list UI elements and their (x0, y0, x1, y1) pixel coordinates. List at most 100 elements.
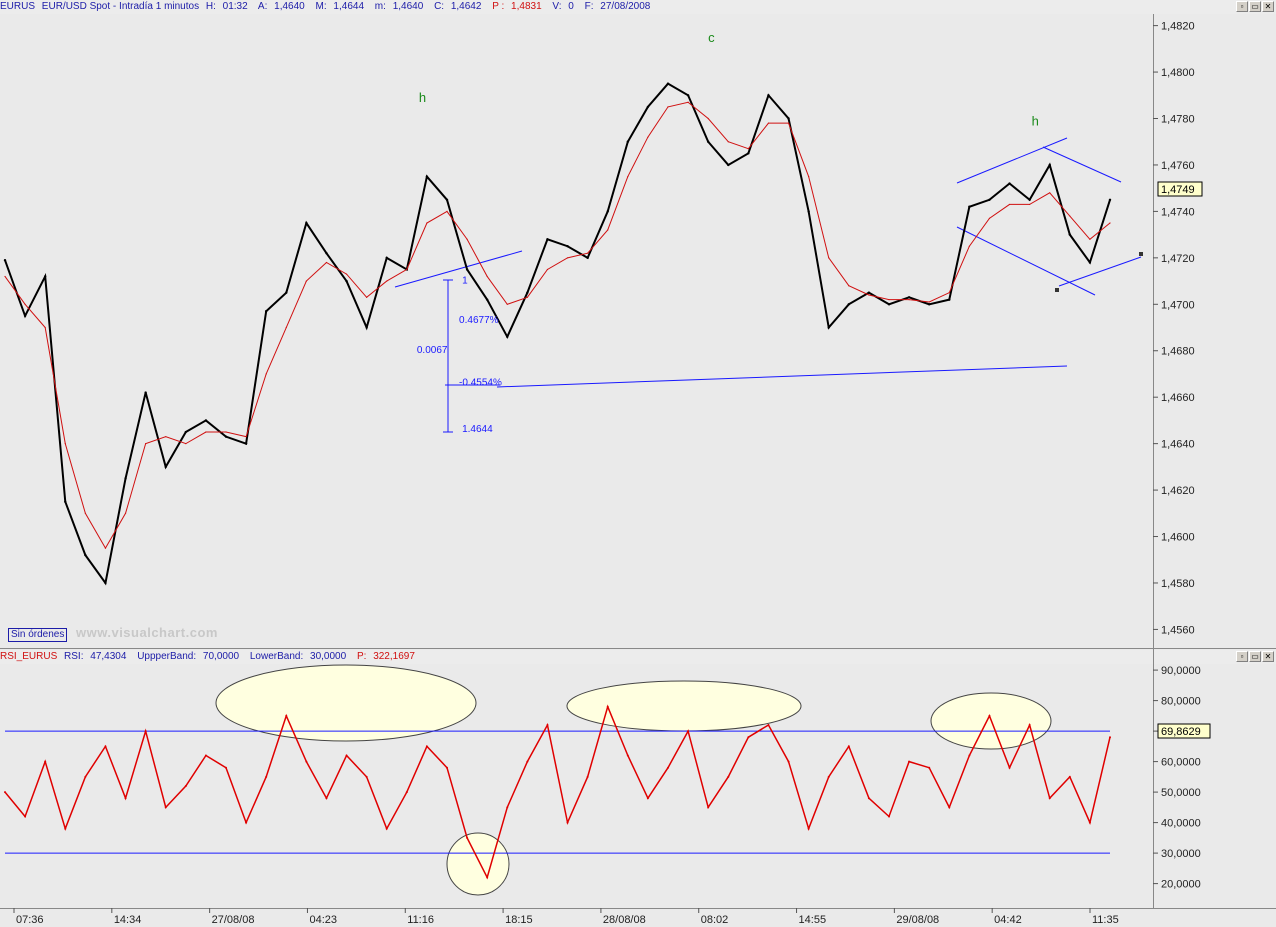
price-point (767, 94, 770, 97)
price-point (506, 335, 509, 339)
ma-point (526, 296, 528, 298)
price-point (807, 210, 810, 213)
price-point (84, 553, 87, 557)
ma-point (647, 136, 649, 138)
price-point (43, 275, 47, 278)
ma-point (386, 280, 388, 282)
ma-point (747, 148, 749, 150)
rsi-point (867, 797, 870, 800)
ma-point (44, 326, 46, 329)
ma-point (828, 257, 830, 259)
price-point (1068, 233, 1072, 236)
ma-point (145, 443, 147, 445)
price-point (1088, 261, 1092, 264)
chart-annotation: 0.4677% (459, 315, 499, 326)
rsi-point (827, 775, 830, 778)
price-point (365, 326, 368, 329)
ma-point (506, 303, 508, 305)
rsi-point (84, 775, 87, 778)
price-point (827, 326, 830, 329)
x-tick-label: 27/08/08 (212, 914, 255, 926)
price-point (385, 256, 388, 260)
chart-annotation: 1 (462, 275, 468, 286)
rsi-point (144, 730, 147, 733)
rsi-point (184, 785, 187, 787)
rsi-point (606, 705, 609, 708)
price-point (445, 198, 449, 201)
chart-annotation: h (1032, 113, 1039, 128)
price-tick-label: 1,4700 (1161, 299, 1195, 311)
price-point (988, 198, 991, 201)
chart-canvas[interactable]: 1,4820 1,4800 1,4780 1,4760 1,4740 1,4720 1,47… (0, 0, 1276, 927)
price-point (224, 435, 228, 438)
ma-point (808, 175, 810, 178)
ma-point (928, 301, 930, 303)
ma-point (185, 443, 187, 445)
rsi-point (807, 827, 810, 830)
rsi-tick-label: 40,0000 (1161, 818, 1201, 830)
price-point (887, 303, 891, 306)
rsi-point (24, 815, 27, 818)
ma-point (285, 326, 287, 329)
ma-point (1049, 192, 1051, 194)
price-point (64, 500, 67, 503)
price-tick-label: 1,4560 (1161, 624, 1195, 636)
price-point (144, 391, 147, 394)
price-point (526, 291, 529, 294)
last-price-marker: 1,4749 (1157, 181, 1203, 197)
ma-point (84, 512, 86, 514)
x-tick-label: 14:34 (114, 914, 142, 926)
price-point (465, 268, 469, 271)
rsi-point (124, 797, 127, 800)
ma-point (868, 294, 870, 296)
chart-annotation: c (708, 30, 715, 45)
rsi-point (44, 760, 47, 763)
x-tick-label: 04:42 (994, 914, 1022, 926)
rsi-highlight-ellipse-4 (446, 832, 510, 896)
ma-point (165, 436, 167, 438)
rsi-point (1008, 766, 1011, 769)
price-tick-label: 1,4780 (1161, 114, 1195, 126)
price-point (1008, 182, 1011, 185)
rsi-tick-label: 30,0000 (1161, 848, 1201, 860)
rsi-point (787, 760, 790, 763)
rsi-point (1028, 724, 1031, 726)
price-point (1108, 198, 1112, 201)
rsi-point (767, 724, 770, 726)
rsi-point (727, 775, 730, 778)
price-point (345, 279, 348, 283)
price-point (948, 298, 951, 301)
price-tick-label: 1,4660 (1161, 392, 1195, 404)
orders-button[interactable]: Sin órdenes (8, 628, 68, 642)
ma-point (627, 175, 629, 178)
price-point (626, 140, 630, 143)
ma-point (1008, 203, 1011, 206)
price-point (1048, 163, 1051, 167)
price-point (727, 163, 730, 167)
ma-point (787, 122, 790, 124)
ma-point (225, 431, 227, 433)
x-axis: 07:36 14:34 27/08/08 04:23 11:16 18:15 28/08/0… (13, 908, 1119, 926)
price-y-axis: 1,4820 1,4800 1,4780 1,4760 1,4740 1,4720 1,47… (1153, 21, 1195, 636)
price-point (907, 296, 911, 299)
price-tick-label: 1,4640 (1161, 439, 1195, 451)
ma-point (687, 101, 689, 103)
rsi-point (466, 836, 469, 839)
price-point (244, 442, 248, 445)
ma-point (305, 280, 307, 282)
ma-point (466, 238, 468, 240)
price-point (666, 82, 670, 85)
ma-point (948, 292, 950, 294)
ma-point (426, 222, 428, 224)
rsi-point (245, 821, 248, 824)
x-tick-label: 14:55 (799, 914, 827, 926)
rsi-point (908, 760, 911, 763)
rsi-point (747, 736, 750, 739)
price-point (264, 310, 268, 313)
ma-point (345, 273, 348, 275)
rsi-point (486, 876, 489, 879)
rsi-point (707, 806, 710, 809)
price-point (747, 152, 750, 155)
rsi-point (1068, 775, 1071, 778)
price-point (425, 175, 429, 178)
